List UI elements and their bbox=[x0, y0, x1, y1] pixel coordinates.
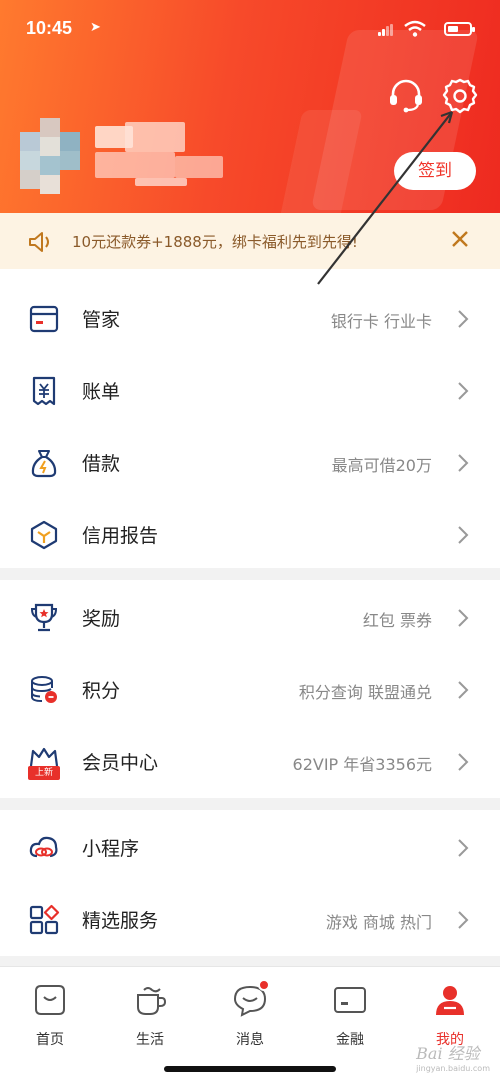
tab-finance[interactable]: 金融 bbox=[300, 977, 400, 1048]
signal-icon bbox=[378, 24, 393, 36]
menu-label: 借款 bbox=[82, 453, 121, 475]
wifi-icon bbox=[404, 20, 426, 37]
card-icon bbox=[29, 305, 59, 333]
notice-text: 10元还款券+1888元，绑卡福利先到先得! bbox=[72, 233, 358, 251]
cube-icon bbox=[30, 520, 58, 550]
tab-mine[interactable]: 我的 bbox=[400, 977, 500, 1048]
status-time: 10:45 bbox=[26, 18, 73, 38]
menu-item-mini-programs[interactable]: 小程序 bbox=[0, 812, 500, 884]
chevron-right-icon bbox=[458, 454, 469, 472]
person-icon bbox=[436, 986, 464, 1015]
new-badge: 上新 bbox=[28, 766, 60, 780]
menu-label: 信用报告 bbox=[82, 525, 159, 547]
tab-label: 首页 bbox=[36, 1032, 64, 1048]
menu-group-rewards: 奖励 红包 票券 积分 积分查询 联盟通兑 上新 会员中心 62VIP 年省33… bbox=[0, 580, 500, 798]
menu-hint: 红包 票券 bbox=[362, 611, 432, 630]
status-bar: 10:45 ➤ bbox=[26, 18, 476, 44]
menu-group-services: 小程序 精选服务 游戏 商城 热门 bbox=[0, 810, 500, 956]
menu-item-loan[interactable]: 借款 最高可借20万 bbox=[0, 427, 500, 499]
bill-icon bbox=[32, 376, 56, 406]
menu-item-featured-services[interactable]: 精选服务 游戏 商城 热门 bbox=[0, 884, 500, 956]
menu-item-credit-report[interactable]: 信用报告 bbox=[0, 499, 500, 571]
signin-button[interactable]: 签到 bbox=[394, 152, 476, 190]
menu-label: 管家 bbox=[82, 309, 121, 331]
watermark-line1: Bai 经验 bbox=[416, 1044, 480, 1063]
tab-home[interactable]: 首页 bbox=[0, 977, 100, 1048]
promo-notice[interactable]: 10元还款券+1888元，绑卡福利先到先得! bbox=[0, 213, 500, 269]
gear-icon[interactable] bbox=[440, 76, 480, 116]
speaker-icon bbox=[29, 232, 49, 252]
chevron-right-icon bbox=[458, 753, 469, 771]
close-icon[interactable] bbox=[450, 229, 470, 249]
chevron-right-icon bbox=[458, 526, 469, 544]
menu-item-butler[interactable]: 管家 银行卡 行业卡 bbox=[0, 283, 500, 355]
chevron-right-icon bbox=[458, 681, 469, 699]
watermark-line2: jingyan.baidu.com bbox=[416, 1064, 490, 1073]
tab-label: 生活 bbox=[136, 1032, 164, 1048]
menu-label: 奖励 bbox=[82, 608, 121, 630]
cup-icon bbox=[137, 987, 167, 1015]
menu-hint: 积分查询 联盟通兑 bbox=[298, 683, 432, 702]
tab-label: 金融 bbox=[336, 1032, 364, 1048]
watermark: Bai 经验 jingyan.baidu.com bbox=[416, 1040, 490, 1073]
finance-card-icon bbox=[334, 987, 366, 1013]
chevron-right-icon bbox=[458, 609, 469, 627]
grid-apps-icon bbox=[29, 904, 60, 935]
membership-icon-wrap: 上新 bbox=[28, 746, 60, 780]
menu-item-membership[interactable]: 上新 会员中心 62VIP 年省3356元 bbox=[0, 726, 500, 798]
tab-label: 消息 bbox=[236, 1032, 264, 1048]
chevron-right-icon bbox=[458, 839, 469, 857]
profile-header: 10:45 ➤ 签到 bbox=[0, 0, 500, 213]
tab-messages[interactable]: 消息 bbox=[200, 977, 300, 1048]
menu-label: 账单 bbox=[82, 381, 121, 403]
menu-hint: 银行卡 行业卡 bbox=[330, 312, 432, 331]
menu-label: 精选服务 bbox=[82, 910, 159, 932]
menu-hint: 游戏 商城 热门 bbox=[325, 913, 432, 932]
menu-hint: 62VIP 年省3356元 bbox=[292, 755, 432, 774]
headset-icon[interactable] bbox=[386, 76, 426, 116]
menu-group-main: 管家 银行卡 行业卡 账单 借款 最高可借20万 信用报告 bbox=[0, 269, 500, 568]
menu-item-rewards[interactable]: 奖励 红包 票券 bbox=[0, 582, 500, 654]
unread-dot bbox=[258, 979, 270, 991]
menu-label: 积分 bbox=[82, 680, 121, 702]
home-indicator bbox=[164, 1066, 336, 1072]
coins-icon bbox=[31, 676, 57, 703]
location-arrow-icon: ➤ bbox=[90, 20, 101, 35]
menu-hint: 最高可借20万 bbox=[331, 456, 432, 475]
home-face-icon bbox=[35, 985, 65, 1015]
username-blurred bbox=[95, 122, 225, 188]
chevron-right-icon bbox=[458, 310, 469, 328]
money-bag-icon bbox=[31, 450, 57, 478]
menu-item-points[interactable]: 积分 积分查询 联盟通兑 bbox=[0, 654, 500, 726]
menu-label: 会员中心 bbox=[82, 752, 159, 774]
menu-item-bill[interactable]: 账单 bbox=[0, 355, 500, 427]
trophy-icon bbox=[30, 603, 58, 632]
chevron-right-icon bbox=[458, 382, 469, 400]
menu-label: 小程序 bbox=[82, 838, 140, 860]
tab-life[interactable]: 生活 bbox=[100, 977, 200, 1048]
avatar[interactable] bbox=[20, 118, 82, 194]
cloud-link-icon bbox=[29, 836, 58, 858]
battery-icon bbox=[444, 22, 475, 36]
chevron-right-icon bbox=[458, 911, 469, 929]
